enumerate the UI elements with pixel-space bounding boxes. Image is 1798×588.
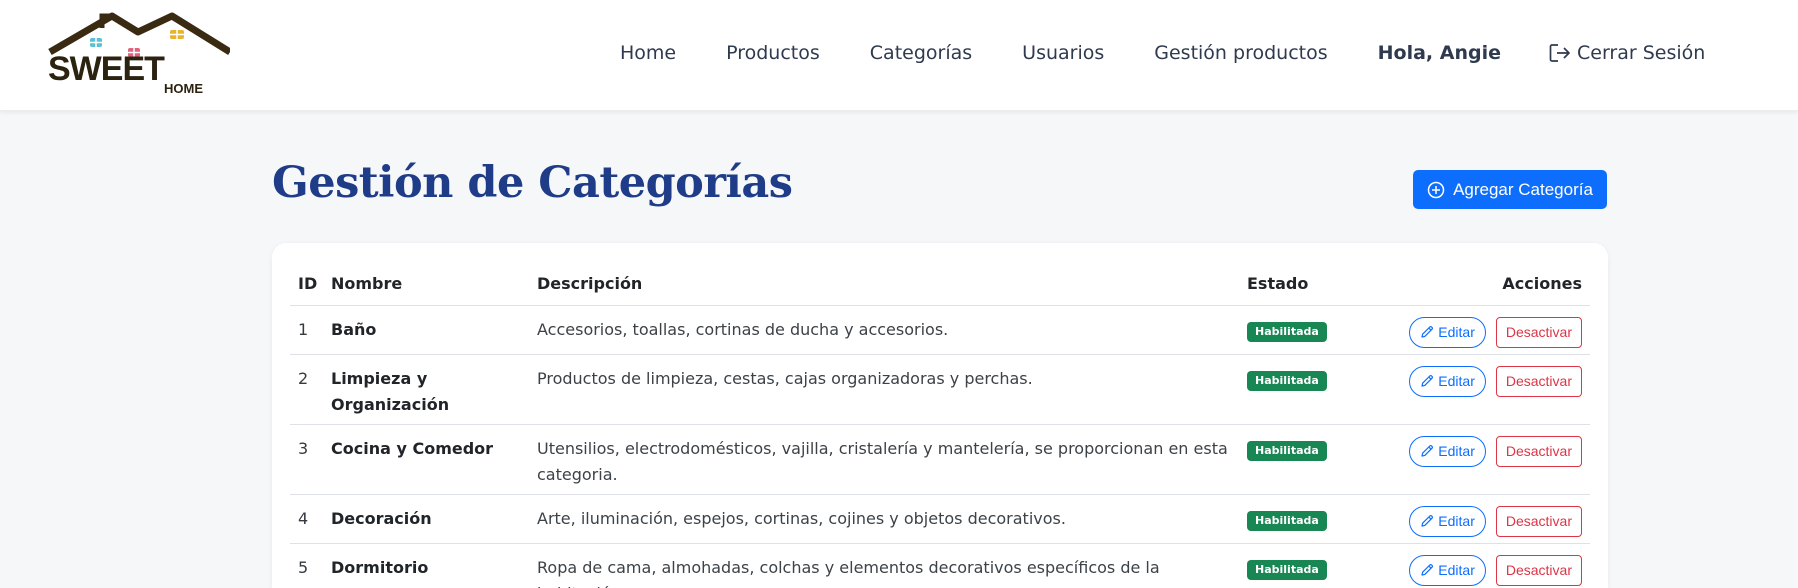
cell-status: Habilitada xyxy=(1239,424,1399,495)
edit-label: Editar xyxy=(1438,324,1475,340)
cell-name: Baño xyxy=(323,305,529,355)
edit-button[interactable]: Editar xyxy=(1409,365,1486,397)
header-id: ID xyxy=(290,263,323,306)
edit-button[interactable]: Editar xyxy=(1409,505,1486,537)
pencil-icon xyxy=(1421,515,1434,527)
edit-label: Editar xyxy=(1438,513,1475,529)
cell-description: Arte, iluminación, espejos, cortinas, co… xyxy=(529,494,1239,544)
header-estado: Estado xyxy=(1239,263,1399,306)
nav-categorias[interactable]: Categorías xyxy=(870,42,972,64)
cell-id: 3 xyxy=(290,424,323,495)
edit-label: Editar xyxy=(1438,562,1475,578)
pencil-icon xyxy=(1421,445,1434,457)
table-row: 3 Cocina y Comedor Utensilios, electrodo… xyxy=(290,424,1590,495)
add-category-button[interactable]: Agregar Categoría xyxy=(1413,170,1607,209)
add-category-label: Agregar Categoría xyxy=(1453,179,1593,199)
status-badge: Habilitada xyxy=(1247,559,1327,580)
edit-label: Editar xyxy=(1438,373,1475,389)
logout-icon xyxy=(1549,44,1570,62)
nav-usuarios[interactable]: Usuarios xyxy=(1022,42,1104,64)
sweet-home-logo[interactable]: SWEET HOME xyxy=(46,10,232,96)
cell-status: Habilitada xyxy=(1239,543,1399,588)
table-row: 4 Decoración Arte, iluminación, espejos,… xyxy=(290,494,1590,544)
cell-name: Cocina y Comedor xyxy=(323,424,529,495)
plus-circle-icon xyxy=(1427,181,1445,198)
categories-table: ID Nombre Descripción Estado Acciones 1 … xyxy=(290,263,1590,588)
table-row: 2 Limpieza y Organización Productos de l… xyxy=(290,354,1590,425)
cell-id: 4 xyxy=(290,494,323,544)
table-row: 1 Baño Accesorios, toallas, cortinas de … xyxy=(290,305,1590,355)
nav-productos[interactable]: Productos xyxy=(726,42,820,64)
cell-name: Limpieza y Organización xyxy=(323,354,529,425)
edit-label: Editar xyxy=(1438,443,1475,459)
deactivate-button[interactable]: Desactivar xyxy=(1495,365,1582,397)
status-badge: Habilitada xyxy=(1247,510,1327,531)
deactivate-button[interactable]: Desactivar xyxy=(1495,505,1582,537)
cell-id: 2 xyxy=(290,354,323,425)
logout-label: Cerrar Sesión xyxy=(1576,42,1706,64)
cell-actions: Editar Desactivar xyxy=(1399,494,1590,544)
deactivate-button[interactable]: Desactivar xyxy=(1495,316,1582,348)
pencil-icon xyxy=(1421,375,1434,387)
cell-description: Productos de limpieza, cestas, cajas org… xyxy=(529,354,1239,425)
edit-button[interactable]: Editar xyxy=(1409,316,1486,348)
nav-home[interactable]: Home xyxy=(620,42,676,64)
cell-actions: Editar Desactivar xyxy=(1399,354,1590,425)
page-title: Gestión de Categorías xyxy=(272,158,793,208)
cell-description: Ropa de cama, almohadas, colchas y eleme… xyxy=(529,543,1239,588)
pencil-icon xyxy=(1421,326,1434,338)
categories-card: ID Nombre Descripción Estado Acciones 1 … xyxy=(272,243,1608,588)
cell-id: 5 xyxy=(290,543,323,588)
cell-status: Habilitada xyxy=(1239,494,1399,544)
svg-text:HOME: HOME xyxy=(164,81,203,94)
edit-button[interactable]: Editar xyxy=(1409,435,1486,467)
cell-actions: Editar Desactivar xyxy=(1399,305,1590,355)
main-nav: Home Productos Categorías Usuarios Gesti… xyxy=(620,38,1705,68)
status-badge: Habilitada xyxy=(1247,370,1327,391)
cell-name: Dormitorio xyxy=(323,543,529,588)
cell-name: Decoración xyxy=(323,494,529,544)
nav-gestion-productos[interactable]: Gestión productos xyxy=(1154,42,1327,64)
navbar: SWEET HOME Home Productos Categorías Usu… xyxy=(0,0,1798,111)
header-descripcion: Descripción xyxy=(529,263,1239,306)
deactivate-button[interactable]: Desactivar xyxy=(1495,435,1582,467)
cell-actions: Editar Desactivar xyxy=(1399,543,1590,588)
cell-status: Habilitada xyxy=(1239,305,1399,355)
cell-status: Habilitada xyxy=(1239,354,1399,425)
table-row: 5 Dormitorio Ropa de cama, almohadas, co… xyxy=(290,543,1590,588)
header-nombre: Nombre xyxy=(323,263,529,306)
cell-description: Utensilios, electrodomésticos, vajilla, … xyxy=(529,424,1239,495)
header-acciones: Acciones xyxy=(1399,263,1590,306)
cell-description: Accesorios, toallas, cortinas de ducha y… xyxy=(529,305,1239,355)
edit-button[interactable]: Editar xyxy=(1409,554,1486,586)
user-greeting: Hola, Angie xyxy=(1377,42,1501,64)
pencil-icon xyxy=(1421,564,1434,576)
svg-text:SWEET: SWEET xyxy=(48,50,165,88)
table-header-row: ID Nombre Descripción Estado Acciones xyxy=(290,263,1590,306)
status-badge: Habilitada xyxy=(1247,440,1327,461)
cell-id: 1 xyxy=(290,305,323,355)
logout-link[interactable]: Cerrar Sesión xyxy=(1549,42,1705,64)
cell-actions: Editar Desactivar xyxy=(1399,424,1590,495)
deactivate-button[interactable]: Desactivar xyxy=(1495,554,1582,586)
status-badge: Habilitada xyxy=(1247,321,1327,342)
